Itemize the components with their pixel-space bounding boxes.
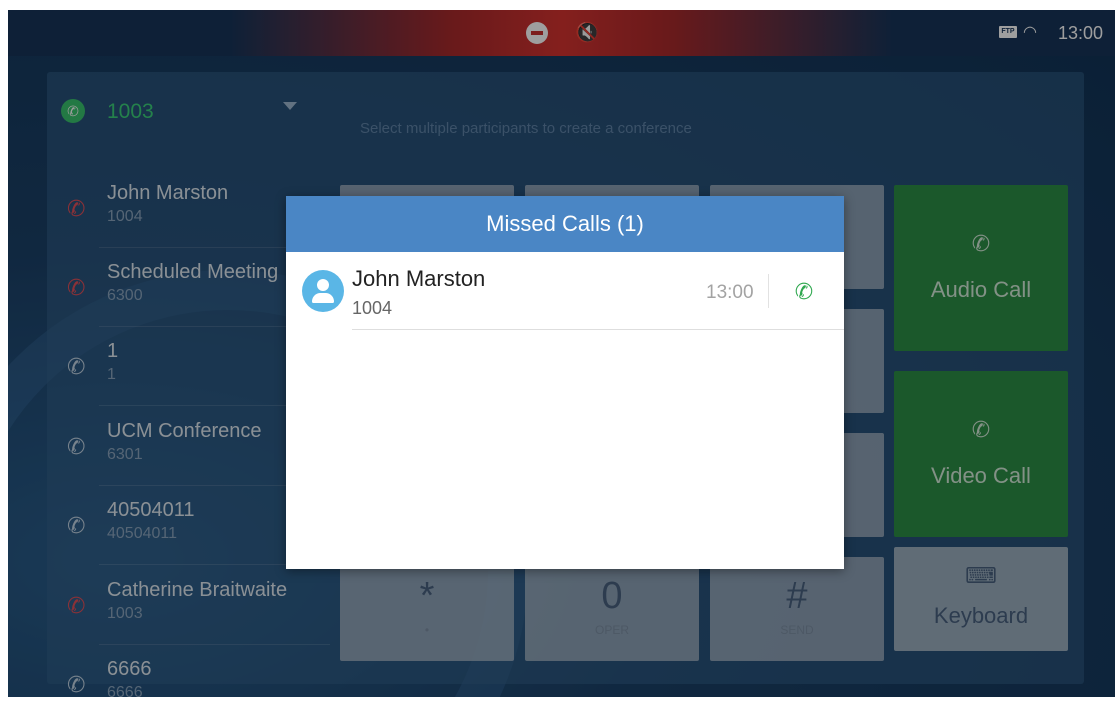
- avatar: [302, 270, 344, 312]
- phone-screen: 🔇 FTP ◠ 13:00 ✆ 1003 ✆ John Marston 1004…: [8, 10, 1115, 697]
- missed-call-number: 1004: [352, 298, 393, 318]
- missed-call-time: 13:00: [706, 282, 754, 303]
- missed-call-row[interactable]: John Marston 1004 13:00 ✆: [286, 252, 844, 330]
- divider: [352, 329, 844, 330]
- call-back-icon[interactable]: ✆: [790, 278, 818, 306]
- divider: [768, 274, 769, 308]
- missed-call-name: John Marston: [352, 266, 486, 291]
- avatar-head: [317, 279, 329, 291]
- missed-calls-dialog: Missed Calls (1) John Marston 1004 13:00…: [286, 196, 844, 569]
- dialog-title: Missed Calls (1): [286, 196, 844, 252]
- avatar-body: [312, 293, 334, 303]
